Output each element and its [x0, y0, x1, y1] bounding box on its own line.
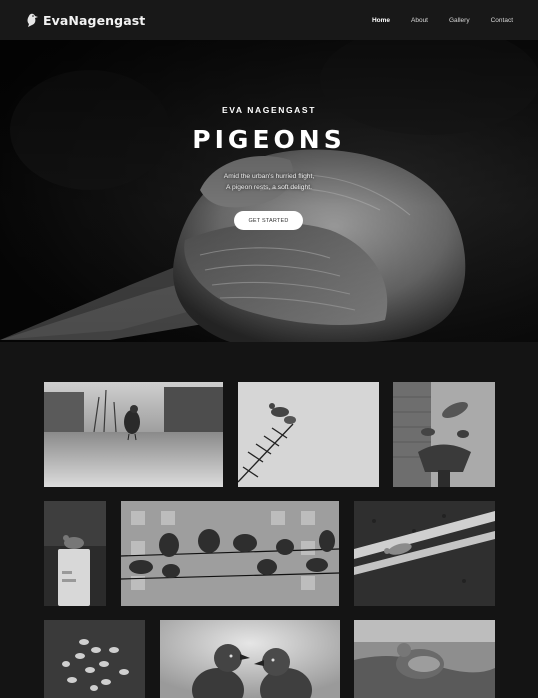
- pigeon-logo-icon: [27, 13, 38, 27]
- brand-name: EvaNagengast: [43, 12, 146, 28]
- hero-eyebrow: EVA NAGENGAST: [221, 105, 316, 115]
- gallery-photo-antenna-pigeons[interactable]: [238, 382, 379, 487]
- nav-link-contact[interactable]: Contact: [491, 17, 513, 24]
- hero-section: EVA NAGENGAST PIGEONS Amid the urban's h…: [0, 40, 538, 342]
- nav-link-about[interactable]: About: [411, 17, 428, 24]
- hero-tagline-line-1: Amid the urban's hurried flight,: [223, 173, 315, 180]
- main-menu: Home About Gallery Contact: [372, 17, 513, 24]
- nav-link-home[interactable]: Home: [372, 17, 390, 24]
- brand-logo[interactable]: EvaNagengast: [26, 12, 145, 28]
- nav-link-gallery[interactable]: Gallery: [449, 17, 470, 24]
- top-navbar: EvaNagengast Home About Gallery Contact: [0, 0, 538, 40]
- gallery-photo-puddle-pigeon[interactable]: [354, 620, 495, 698]
- gallery-photo-fountain-pigeons[interactable]: [393, 382, 495, 487]
- gallery-photo-two-pigeons[interactable]: [160, 620, 340, 698]
- gallery-photo-post-pigeon[interactable]: [44, 501, 106, 606]
- gallery-photo-flock-above[interactable]: [44, 620, 145, 698]
- gallery-photo-wire-pigeons[interactable]: [121, 501, 339, 606]
- hero-title: PIGEONS: [192, 125, 346, 154]
- hero-tagline: Amid the urban's hurried flight, A pigeo…: [0, 172, 538, 193]
- hero-tagline-line-2: A pigeon rests, a soft delight.: [226, 183, 312, 191]
- gallery-photo-street-pigeon[interactable]: [44, 382, 223, 487]
- get-started-button[interactable]: GET STARTED: [234, 211, 303, 230]
- gallery-photo-road-pigeon[interactable]: [354, 501, 495, 606]
